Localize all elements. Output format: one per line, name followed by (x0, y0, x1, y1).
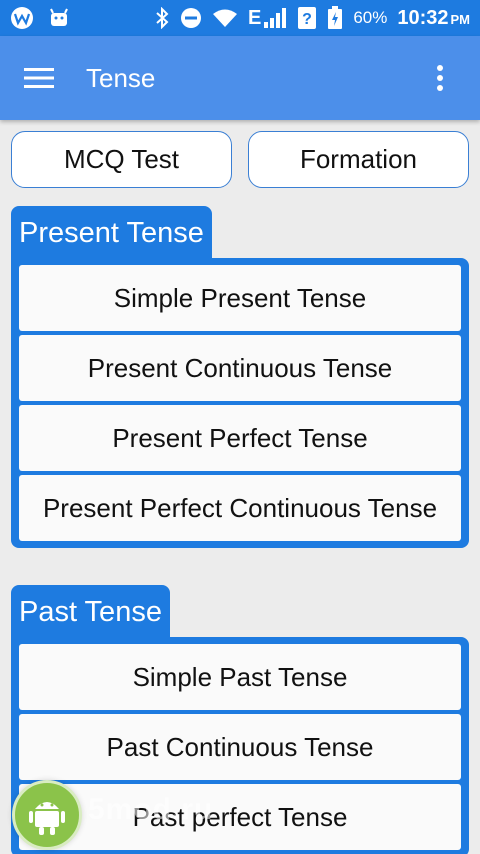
watermark-text: 5mod.ru (88, 793, 214, 826)
signal-icon: E (248, 7, 287, 30)
app-logo-icon (10, 6, 34, 30)
present-tense-list: Simple Present Tense Present Continuous … (11, 258, 469, 548)
network-type: E (247, 6, 262, 29)
clock-time: 10:32 (397, 6, 449, 29)
battery-icon (327, 6, 343, 30)
clock: 10:32 PM (397, 7, 470, 30)
past-tense-title: Past Tense (11, 585, 170, 637)
app-bar: Tense (0, 36, 480, 120)
battery-level: 60% (353, 8, 388, 27)
list-item-present-perfect[interactable]: Present Perfect Tense (19, 405, 461, 471)
list-item-past-continuous[interactable]: Past Continuous Tense (19, 714, 461, 780)
formation-button[interactable]: Formation (248, 131, 469, 188)
more-options-button[interactable] (400, 36, 480, 120)
list-item-present-continuous[interactable]: Present Continuous Tense (19, 335, 461, 401)
status-bar: E ? 60% 10:32 PM (0, 0, 480, 36)
list-item-past-perfect[interactable]: Past perfect Tense (19, 784, 461, 850)
clock-ampm: PM (450, 11, 471, 27)
list-item-simple-present[interactable]: Simple Present Tense (19, 265, 461, 331)
wifi-icon (212, 8, 238, 28)
hamburger-icon (24, 68, 54, 88)
bluetooth-icon (154, 7, 170, 29)
android-watermark-icon (12, 780, 82, 850)
list-item-simple-past[interactable]: Simple Past Tense (19, 644, 461, 710)
top-buttons: MCQ Test Formation (11, 131, 469, 188)
help-icon: ? (297, 6, 317, 30)
page-title: Tense (86, 62, 156, 93)
present-tense-title: Present Tense (11, 206, 212, 258)
mcq-test-button[interactable]: MCQ Test (11, 131, 232, 188)
list-item-present-perfect-continuous[interactable]: Present Perfect Continuous Tense (19, 475, 461, 541)
do-not-disturb-icon (180, 7, 202, 29)
present-tense-section: Present Tense Simple Present Tense Prese… (11, 206, 469, 548)
android-robot-icon (48, 7, 70, 29)
more-vert-icon (437, 65, 443, 91)
menu-button[interactable] (0, 36, 78, 120)
svg-text:?: ? (302, 11, 312, 28)
